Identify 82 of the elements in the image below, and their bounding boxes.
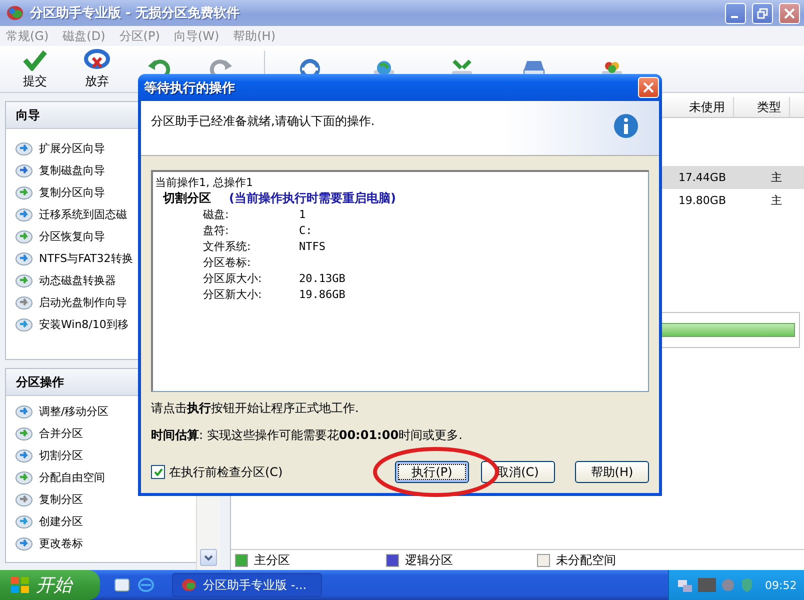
estimate-text: 时间估算: 实现这些操作可能需要花00:01:00时间或更多. [151, 427, 464, 444]
detail-label: 分区原大小: [203, 270, 263, 286]
dialog-button[interactable]: 执行(P) [395, 461, 469, 483]
scroll-down-button[interactable] [200, 549, 217, 566]
operation-name: 切割分区 [163, 190, 211, 206]
disc-icon [15, 162, 33, 178]
instruction-text: 请点击执行按钮开始让程序正式地工作. [151, 400, 360, 417]
column-header: 类型 [734, 97, 790, 117]
legend-label: 逻辑分区 [405, 552, 453, 568]
operation-summary: 当前操作1, 总操作1 [155, 174, 254, 190]
disc-icon [15, 403, 33, 419]
detail-label: 盘符: [203, 222, 230, 238]
detail-value: 19.86GB [299, 288, 346, 300]
sidebar-item[interactable]: 动态磁盘转换器 [6, 269, 196, 291]
minimize-button[interactable] [725, 2, 746, 24]
desktop-icon[interactable] [114, 577, 130, 593]
restore-icon [757, 8, 768, 18]
sidebar-item[interactable]: 分区恢复向导 [6, 225, 196, 247]
disc-icon [15, 316, 33, 332]
legend-label: 主分区 [254, 552, 290, 568]
clock: 09:52 [765, 578, 797, 592]
disc-icon [15, 513, 33, 529]
sidebar-item[interactable]: 扩展分区向导 [6, 137, 196, 159]
app-icon [181, 578, 197, 592]
sidebar-item[interactable]: 更改卷标 [6, 532, 196, 554]
minimize-icon [730, 16, 738, 18]
disc-icon [15, 294, 33, 310]
restore-button[interactable] [752, 2, 773, 24]
discard-button[interactable]: 放弃 [66, 47, 128, 91]
detail-value: 20.13GB [299, 272, 346, 284]
sidebar-item[interactable]: 切割分区 [6, 444, 196, 466]
close-button[interactable] [638, 77, 659, 98]
chevron-down-icon [204, 554, 213, 560]
shield-icon [740, 577, 754, 593]
disc-icon [15, 535, 33, 551]
disc-icon [15, 491, 33, 507]
checkmark-icon [23, 48, 47, 70]
taskbar-button[interactable]: 分区助手专业版 -... [172, 573, 322, 597]
sidebar-item[interactable]: 启动光盘制作向导 [6, 291, 196, 313]
detail-label: 分区新大小: [203, 286, 263, 302]
info-icon [613, 113, 639, 139]
close-icon [784, 8, 795, 18]
checkbox-label: 在执行前检查分区(C) [169, 464, 283, 480]
sidebar-item[interactable]: 复制分区 [6, 488, 196, 510]
legend-label: 未分配空间 [556, 552, 616, 568]
network-icon [677, 577, 693, 593]
detail-label: 磁盘: [203, 206, 230, 222]
start-button[interactable]: 开始 [0, 570, 100, 600]
checkbox[interactable] [151, 465, 165, 479]
sidebar-item[interactable]: NTFS与FAT32转换 [6, 247, 196, 269]
operation-note: (当前操作执行时需要重启电脑) [229, 190, 396, 206]
detail-value: NTFS [299, 240, 326, 252]
dialog-title: 等待执行的操作 [144, 80, 236, 96]
sidebar-item[interactable]: 创建分区 [6, 510, 196, 532]
window-title: 分区助手专业版 - 无损分区免费软件 [30, 4, 240, 22]
close-icon [643, 82, 654, 93]
table-cell-text: 主 [770, 193, 783, 209]
detail-value: C: [299, 224, 314, 236]
vm-icon [698, 578, 716, 592]
detail-label: 文件系统: [203, 238, 252, 254]
close-button[interactable] [779, 2, 800, 24]
disc-icon [15, 206, 33, 222]
volume-icon [721, 577, 735, 593]
disc-icon [15, 184, 33, 200]
disc-icon [15, 425, 33, 441]
dialog-button[interactable]: 帮助(H) [575, 461, 649, 483]
table-cell-text: 主 [770, 170, 783, 186]
app-icon [6, 5, 24, 21]
detail-label: 分区卷标: [203, 254, 252, 270]
commit-button[interactable]: 提交 [4, 47, 66, 91]
disc-icon [15, 228, 33, 244]
table-cell-text: 17.44GB [677, 170, 727, 186]
discard-icon [84, 48, 110, 70]
table-cell-text: 19.80GB [677, 193, 727, 209]
windows-logo-icon [10, 576, 30, 594]
sidebar-item[interactable]: 安装Win8/10到移 [6, 313, 196, 335]
disc-icon [15, 469, 33, 485]
disc-icon [15, 272, 33, 288]
detail-value: 1 [299, 208, 307, 220]
disc-icon [15, 140, 33, 156]
disc-icon [15, 250, 33, 266]
disc-icon [15, 447, 33, 463]
